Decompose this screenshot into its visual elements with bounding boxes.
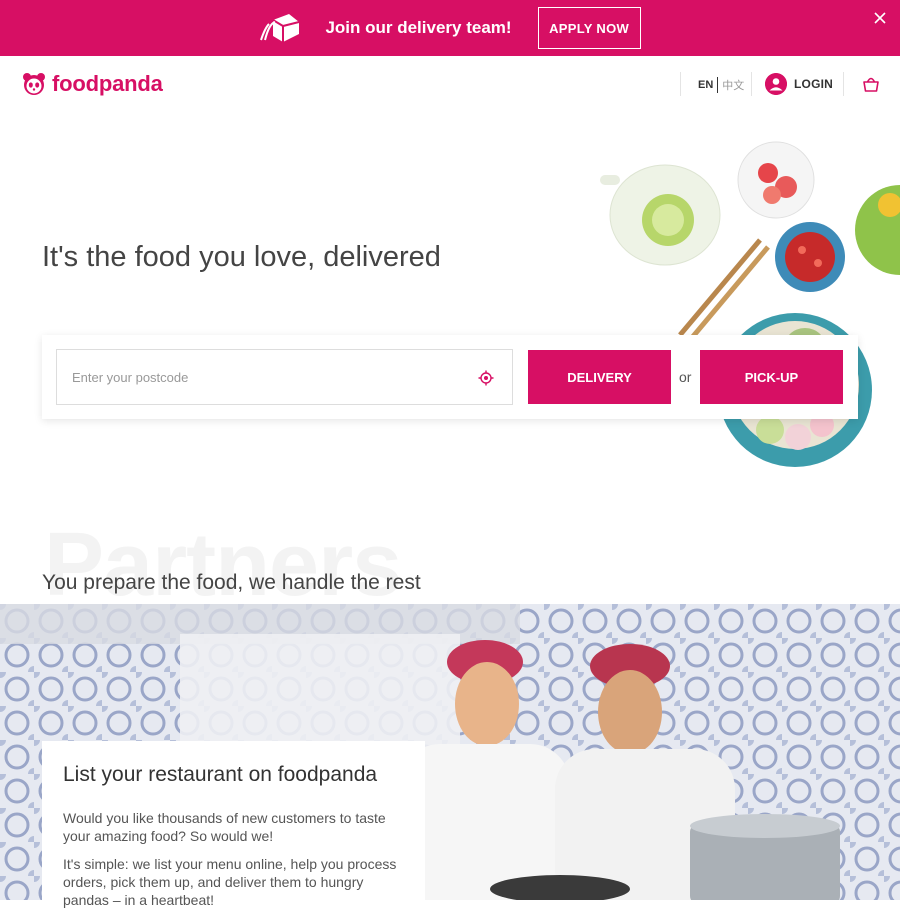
hero-title: It's the food you love, delivered [42,241,441,273]
header-divider [680,72,681,96]
pickup-button[interactable]: PICK-UP [700,350,843,404]
postcode-field [56,349,513,405]
card-title: List your restaurant on foodpanda [63,763,378,786]
logo[interactable]: foodpanda [22,71,163,97]
lang-en[interactable]: EN [698,79,713,91]
partner-card: List your restaurant on foodpanda Would … [42,741,425,911]
promo-text: Join our delivery team! [325,18,512,37]
card-paragraph: It's simple: we list your menu online, h… [63,856,397,908]
postcode-input[interactable] [57,350,457,404]
language-switcher[interactable]: EN 中文 [698,77,744,93]
login-button[interactable]: LOGIN [765,73,833,95]
or-label: or [679,369,692,385]
partners-subtitle: You prepare the food, we handle the rest [42,571,421,594]
login-label: LOGIN [794,77,833,91]
logo-text: foodpanda [52,71,163,96]
panda-logo-icon [23,73,45,95]
basket-icon[interactable] [862,75,880,93]
header-divider [843,72,844,96]
close-icon[interactable] [872,10,888,26]
locate-me-icon[interactable] [478,370,494,386]
lang-zh[interactable]: 中文 [722,77,744,93]
promo-banner: Join our delivery team! APPLY NOW [0,0,900,56]
lang-divider [717,77,719,93]
site-header: foodpanda EN 中文 LOGIN [0,56,900,112]
food-photo [600,141,900,467]
partners-watermark: Partners [44,515,402,615]
user-icon [765,73,787,95]
search-panel: DELIVERY or PICK-UP [42,335,858,419]
card-paragraph: Would you like thousands of new customer… [63,810,386,844]
header-divider [751,72,752,96]
delivery-box-icon [260,14,300,42]
apply-now-button[interactable]: APPLY NOW [537,7,641,49]
delivery-button[interactable]: DELIVERY [528,350,671,404]
